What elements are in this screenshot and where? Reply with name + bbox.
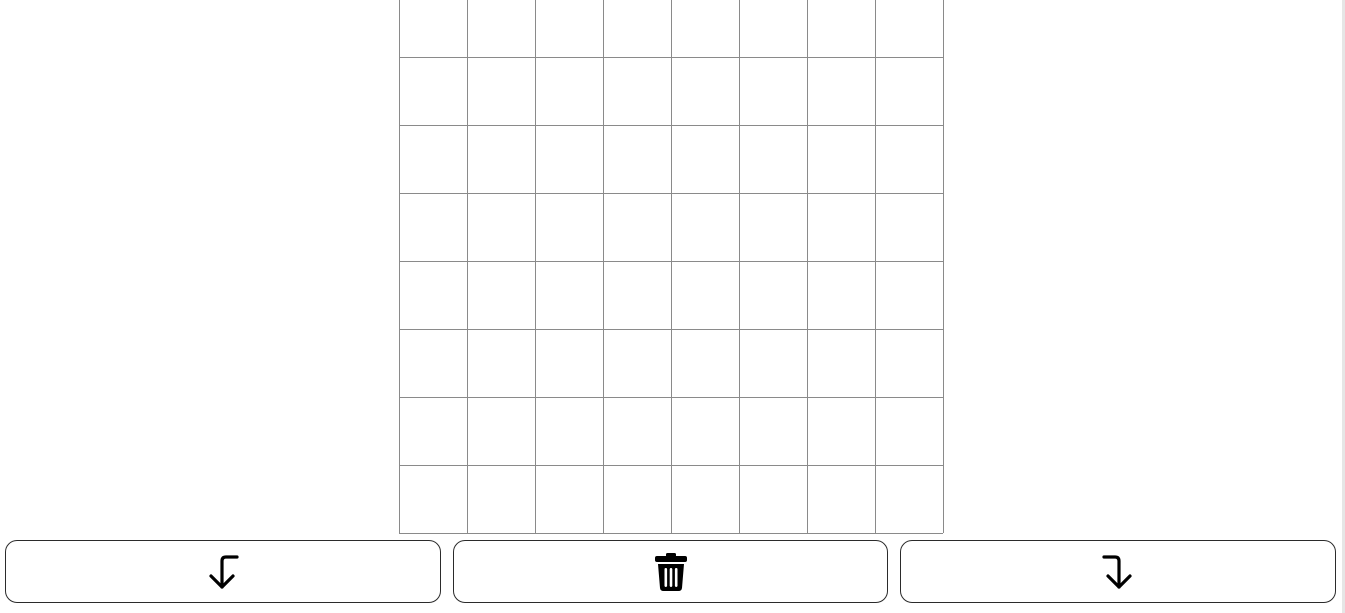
grid-cell[interactable] <box>740 261 808 329</box>
grid-cell[interactable] <box>536 125 604 193</box>
grid-cell[interactable] <box>604 329 672 397</box>
grid-cell[interactable] <box>740 329 808 397</box>
grid-cell[interactable] <box>740 57 808 125</box>
grid-cell[interactable] <box>672 329 740 397</box>
grid-cell[interactable] <box>400 329 468 397</box>
grid-cell[interactable] <box>808 465 876 533</box>
trash-icon <box>653 552 689 592</box>
grid-cell[interactable] <box>876 465 944 533</box>
grid-cell[interactable] <box>468 193 536 261</box>
grid-cell[interactable] <box>400 57 468 125</box>
grid-cell[interactable] <box>400 261 468 329</box>
grid-cell[interactable] <box>400 397 468 465</box>
grid-cell[interactable] <box>400 125 468 193</box>
grid-cell[interactable] <box>740 465 808 533</box>
arrow-turn-down-right-icon <box>1101 553 1135 591</box>
grid-cell[interactable] <box>604 57 672 125</box>
grid-cell[interactable] <box>536 329 604 397</box>
grid-cell[interactable] <box>672 193 740 261</box>
grid-cell[interactable] <box>808 193 876 261</box>
grid-cell[interactable] <box>808 329 876 397</box>
clear-button[interactable] <box>453 540 888 603</box>
grid-cell[interactable] <box>536 465 604 533</box>
grid-cell[interactable] <box>468 125 536 193</box>
grid-cell[interactable] <box>468 57 536 125</box>
grid-cell[interactable] <box>740 0 808 57</box>
app-stage <box>0 0 1345 613</box>
arrow-turn-down-left-icon <box>206 553 240 591</box>
grid-cell[interactable] <box>672 397 740 465</box>
grid-cell[interactable] <box>876 193 944 261</box>
grid-cell[interactable] <box>876 57 944 125</box>
redo-button[interactable] <box>900 540 1336 603</box>
grid-cell[interactable] <box>808 125 876 193</box>
grid-cell[interactable] <box>400 465 468 533</box>
grid-cell[interactable] <box>468 465 536 533</box>
grid-cell[interactable] <box>468 397 536 465</box>
grid-cell[interactable] <box>468 0 536 57</box>
grid-cell[interactable] <box>672 125 740 193</box>
grid-cell[interactable] <box>468 261 536 329</box>
grid-cell[interactable] <box>876 329 944 397</box>
grid-cell[interactable] <box>536 261 604 329</box>
grid-cell[interactable] <box>604 193 672 261</box>
grid-cell[interactable] <box>604 0 672 57</box>
grid-cell[interactable] <box>876 261 944 329</box>
grid-cell[interactable] <box>808 0 876 57</box>
grid-cell[interactable] <box>536 0 604 57</box>
grid-cell[interactable] <box>604 397 672 465</box>
grid-cell[interactable] <box>740 397 808 465</box>
grid-cell[interactable] <box>808 261 876 329</box>
grid-cell[interactable] <box>740 193 808 261</box>
grid-cell[interactable] <box>604 261 672 329</box>
grid-cell[interactable] <box>400 0 468 57</box>
grid-cell[interactable] <box>876 125 944 193</box>
grid-cell[interactable] <box>536 397 604 465</box>
grid-cell[interactable] <box>604 465 672 533</box>
grid-cell[interactable] <box>468 329 536 397</box>
grid-cell[interactable] <box>808 57 876 125</box>
grid-cell[interactable] <box>808 397 876 465</box>
grid-cell[interactable] <box>536 193 604 261</box>
grid-cell[interactable] <box>536 57 604 125</box>
undo-button[interactable] <box>5 540 441 603</box>
grid-cell[interactable] <box>876 0 944 57</box>
grid-cell[interactable] <box>740 125 808 193</box>
grid-cell[interactable] <box>672 0 740 57</box>
grid-cell[interactable] <box>400 193 468 261</box>
grid-cell[interactable] <box>672 261 740 329</box>
grid-cell[interactable] <box>876 397 944 465</box>
pixel-grid <box>399 0 944 534</box>
grid-cell[interactable] <box>672 465 740 533</box>
grid-cell[interactable] <box>672 57 740 125</box>
grid-cell[interactable] <box>604 125 672 193</box>
